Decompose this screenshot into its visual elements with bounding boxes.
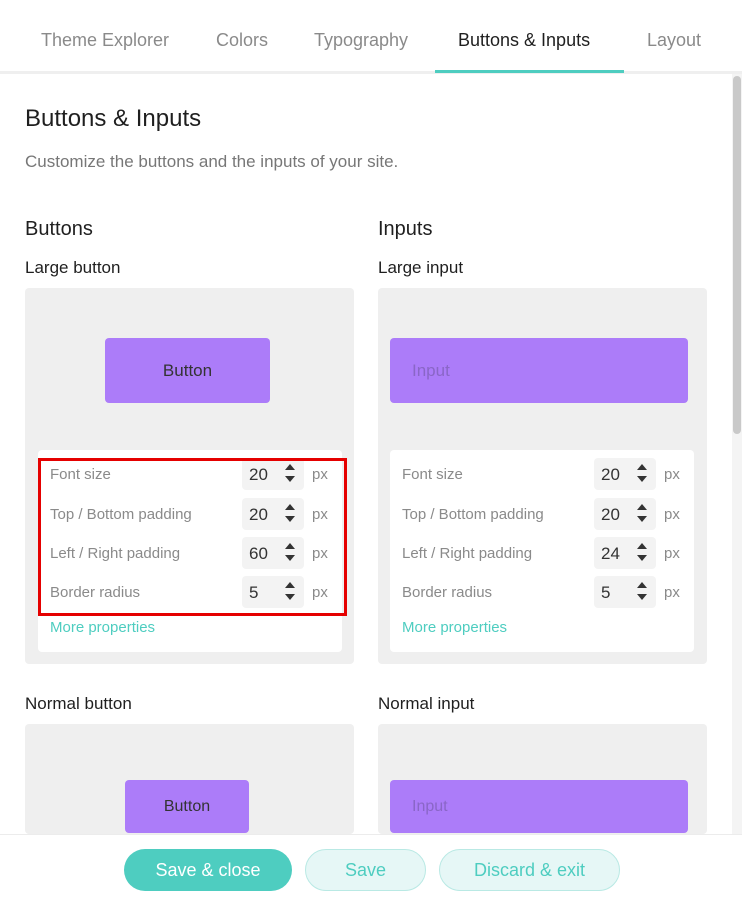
top-bottom-padding-stepper[interactable]: 20 bbox=[594, 498, 656, 530]
large-button-heading: Large button bbox=[25, 258, 121, 277]
more-properties-link[interactable]: More properties bbox=[50, 619, 155, 636]
save-close-button[interactable]: Save & close bbox=[124, 849, 292, 891]
normal-input-preview[interactable]: Input bbox=[390, 780, 688, 833]
tab-theme-explorer[interactable]: Theme Explorer bbox=[41, 30, 169, 51]
prop-label: Top / Bottom padding bbox=[402, 506, 544, 523]
normal-input-panel: Input bbox=[378, 724, 707, 834]
stepper-value[interactable]: 24 bbox=[601, 544, 620, 564]
discard-exit-button[interactable]: Discard & exit bbox=[439, 849, 620, 891]
spin-arrows-icon[interactable] bbox=[636, 543, 648, 563]
spin-arrows-icon[interactable] bbox=[636, 582, 648, 602]
page-subtitle: Customize the buttons and the inputs of … bbox=[25, 152, 399, 171]
prop-label: Border radius bbox=[402, 584, 493, 601]
inputs-heading: Inputs bbox=[378, 218, 433, 240]
footer-bar: Save & close Save Discard & exit bbox=[0, 834, 742, 899]
spin-arrows-icon[interactable] bbox=[636, 464, 648, 484]
prop-font-size: Font size 20 px bbox=[402, 458, 692, 492]
page-title: Buttons & Inputs bbox=[25, 105, 202, 132]
more-properties-link[interactable]: More properties bbox=[402, 619, 507, 636]
scrollbar-thumb[interactable] bbox=[733, 76, 741, 434]
normal-button-panel: Button bbox=[25, 724, 354, 834]
large-input-panel: Input Font size 20 px Top / Bottom paddi… bbox=[378, 288, 707, 664]
left-right-padding-stepper[interactable]: 24 bbox=[594, 537, 656, 569]
tab-layout[interactable]: Layout bbox=[647, 30, 701, 51]
stepper-value[interactable]: 5 bbox=[601, 583, 610, 603]
tab-buttons-inputs[interactable]: Buttons & Inputs bbox=[458, 30, 590, 51]
unit-label: px bbox=[664, 584, 680, 601]
large-input-properties: Font size 20 px Top / Bottom padding 20 … bbox=[390, 450, 694, 652]
highlight-box bbox=[38, 458, 347, 616]
large-input-preview[interactable]: Input bbox=[390, 338, 688, 403]
large-button-preview[interactable]: Button bbox=[105, 338, 270, 403]
stepper-value[interactable]: 20 bbox=[601, 465, 620, 485]
prop-label: Font size bbox=[402, 466, 463, 483]
tab-colors[interactable]: Colors bbox=[216, 30, 268, 51]
stepper-value[interactable]: 20 bbox=[601, 505, 620, 525]
tab-bar: Theme Explorer Colors Typography Buttons… bbox=[0, 0, 742, 74]
large-input-heading: Large input bbox=[378, 258, 464, 277]
prop-border-radius: Border radius 5 px bbox=[402, 576, 692, 610]
font-size-stepper[interactable]: 20 bbox=[594, 458, 656, 490]
normal-button-heading: Normal button bbox=[25, 694, 132, 713]
unit-label: px bbox=[664, 466, 680, 483]
save-button[interactable]: Save bbox=[305, 849, 426, 891]
normal-button-preview[interactable]: Button bbox=[125, 780, 249, 833]
prop-left-right-padding: Left / Right padding 24 px bbox=[402, 537, 692, 571]
buttons-heading: Buttons bbox=[25, 218, 93, 240]
spin-arrows-icon[interactable] bbox=[636, 504, 648, 524]
unit-label: px bbox=[664, 545, 680, 562]
prop-top-bottom-padding: Top / Bottom padding 20 px bbox=[402, 498, 692, 532]
tab-typography[interactable]: Typography bbox=[314, 30, 408, 51]
unit-label: px bbox=[664, 506, 680, 523]
border-radius-stepper[interactable]: 5 bbox=[594, 576, 656, 608]
prop-label: Left / Right padding bbox=[402, 545, 533, 562]
active-tab-indicator bbox=[435, 70, 624, 73]
normal-input-heading: Normal input bbox=[378, 694, 475, 713]
